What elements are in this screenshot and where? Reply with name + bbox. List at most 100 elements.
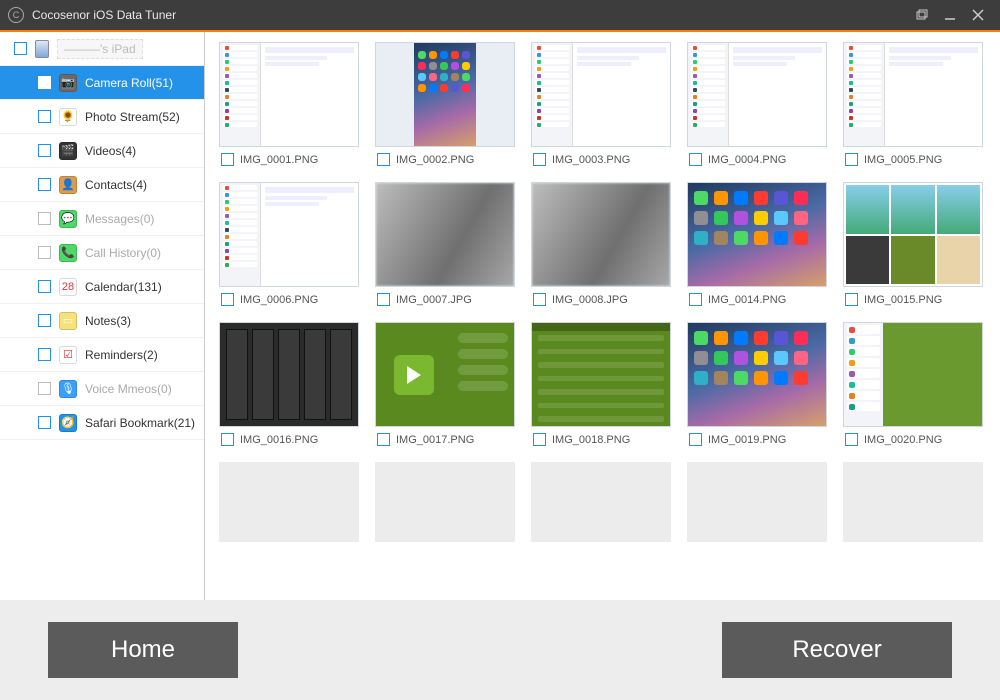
minimize-button[interactable] (936, 5, 964, 25)
thumbnail-placeholder (687, 462, 827, 542)
category-checkbox[interactable] (38, 144, 51, 157)
thumbnail-item[interactable]: IMG_0006.PNG (219, 182, 359, 316)
sidebar-item-videos[interactable]: 🎬Videos(4) (0, 134, 204, 168)
thumbnail-checkbox[interactable] (845, 433, 858, 446)
thumbnail-checkbox[interactable] (845, 153, 858, 166)
thumbnail-image[interactable] (219, 42, 359, 147)
thumbnail-item[interactable]: IMG_0019.PNG (687, 322, 827, 456)
category-checkbox[interactable] (38, 110, 51, 123)
home-button[interactable]: Home (48, 622, 238, 678)
thumbnail-checkbox[interactable] (377, 433, 390, 446)
calendar-icon: 28 (59, 278, 77, 296)
thumbnail-image[interactable] (219, 322, 359, 427)
thumbnail-image[interactable] (687, 322, 827, 427)
category-label: Contacts(4) (85, 178, 147, 192)
content-pane: IMG_0001.PNG IMG_0002.PNG IMG_0003.PNG IMG_… (205, 32, 1000, 600)
sidebar: ———'s iPad 📷Camera Roll(51)🌻Photo Stream… (0, 32, 205, 600)
app-title: Cocosenor iOS Data Tuner (32, 8, 176, 22)
category-checkbox[interactable] (38, 280, 51, 293)
category-checkbox[interactable] (38, 212, 51, 225)
category-checkbox[interactable] (38, 246, 51, 259)
thumbnail-image[interactable] (843, 322, 983, 427)
thumbnail-item[interactable]: IMG_0016.PNG (219, 322, 359, 456)
category-label: Safari Bookmark(21) (85, 416, 195, 430)
thumbnail-item[interactable]: IMG_0003.PNG (531, 42, 671, 176)
thumbnail-image[interactable] (843, 42, 983, 147)
thumbnail-checkbox[interactable] (533, 433, 546, 446)
sidebar-item-call-history[interactable]: 📞Call History(0) (0, 236, 204, 270)
sidebar-item-safari-bookmark[interactable]: 🧭Safari Bookmark(21) (0, 406, 204, 440)
category-label: Messages(0) (85, 212, 154, 226)
thumbnail-checkbox[interactable] (377, 153, 390, 166)
category-label: Camera Roll(51) (85, 76, 173, 90)
thumbnail-checkbox[interactable] (377, 293, 390, 306)
thumbnail-filename: IMG_0014.PNG (708, 294, 786, 306)
titlebar: C Cocosenor iOS Data Tuner (0, 0, 1000, 30)
thumbnail-checkbox[interactable] (221, 433, 234, 446)
thumbnail-item[interactable]: IMG_0007.JPG (375, 182, 515, 316)
thumbnail-image[interactable] (687, 42, 827, 147)
category-label: Reminders(2) (85, 348, 158, 362)
thumbnail-item[interactable]: IMG_0001.PNG (219, 42, 359, 176)
category-label: Notes(3) (85, 314, 131, 328)
sidebar-item-camera-roll[interactable]: 📷Camera Roll(51) (0, 66, 204, 100)
thumbnail-item[interactable]: IMG_0014.PNG (687, 182, 827, 316)
category-checkbox[interactable] (38, 416, 51, 429)
thumbnail-placeholder (843, 462, 983, 542)
thumbnail-image[interactable] (375, 42, 515, 147)
thumbnail-image[interactable] (531, 322, 671, 427)
sidebar-item-messages[interactable]: 💬 Messages(0) (0, 202, 204, 236)
thumbnail-item[interactable]: IMG_0018.PNG (531, 322, 671, 456)
thumbnail-checkbox[interactable] (689, 293, 702, 306)
thumbnail-checkbox[interactable] (221, 293, 234, 306)
category-checkbox[interactable] (38, 76, 51, 89)
thumbnail-image[interactable] (687, 182, 827, 287)
sidebar-item-notes[interactable]: ▭Notes(3) (0, 304, 204, 338)
sidebar-item-contacts[interactable]: 👤 Contacts(4) (0, 168, 204, 202)
thumbnail-grid[interactable]: IMG_0001.PNG IMG_0002.PNG IMG_0003.PNG IMG_… (205, 32, 1000, 600)
category-checkbox[interactable] (38, 348, 51, 361)
close-button[interactable] (964, 5, 992, 25)
thumbnail-filename: IMG_0001.PNG (240, 154, 318, 166)
thumbnail-item[interactable]: IMG_0020.PNG (843, 322, 983, 456)
thumbnail-filename: IMG_0003.PNG (552, 154, 630, 166)
thumbnail-item[interactable]: IMG_0017.PNG (375, 322, 515, 456)
thumbnail-image[interactable] (375, 182, 515, 287)
sidebar-item-voice-memos[interactable]: 🎙Voice Mmeos(0) (0, 372, 204, 406)
messages-icon: 💬 (59, 210, 77, 228)
device-checkbox[interactable] (14, 42, 27, 55)
recover-button[interactable]: Recover (722, 622, 952, 678)
thumbnail-image[interactable] (375, 322, 515, 427)
device-row[interactable]: ———'s iPad (0, 32, 204, 66)
thumbnail-image[interactable] (219, 182, 359, 287)
thumbnail-image[interactable] (531, 42, 671, 147)
videos-icon: 🎬 (59, 142, 77, 160)
thumbnail-checkbox[interactable] (845, 293, 858, 306)
thumbnail-checkbox[interactable] (689, 153, 702, 166)
call-history-icon: 📞 (59, 244, 77, 262)
category-checkbox[interactable] (38, 382, 51, 395)
thumbnail-item[interactable]: IMG_0002.PNG (375, 42, 515, 176)
category-checkbox[interactable] (38, 314, 51, 327)
thumbnail-checkbox[interactable] (689, 433, 702, 446)
category-label: Calendar(131) (85, 280, 162, 294)
contacts-icon: 👤 (59, 176, 77, 194)
category-checkbox[interactable] (38, 178, 51, 191)
thumbnail-item[interactable]: IMG_0004.PNG (687, 42, 827, 176)
thumbnail-checkbox[interactable] (221, 153, 234, 166)
thumbnail-image[interactable] (531, 182, 671, 287)
sidebar-item-photo-stream[interactable]: 🌻Photo Stream(52) (0, 100, 204, 134)
thumbnail-item[interactable]: IMG_0015.PNG (843, 182, 983, 316)
thumbnail-checkbox[interactable] (533, 293, 546, 306)
thumbnail-item[interactable]: IMG_0008.JPG (531, 182, 671, 316)
thumbnail-checkbox[interactable] (533, 153, 546, 166)
thumbnail-image[interactable] (843, 182, 983, 287)
photo-stream-icon: 🌻 (59, 108, 77, 126)
thumbnail-filename: IMG_0008.JPG (552, 294, 628, 306)
voice-memos-icon: 🎙 (59, 380, 77, 398)
reminders-icon: ☑ (59, 346, 77, 364)
sidebar-item-calendar[interactable]: 28 Calendar(131) (0, 270, 204, 304)
sidebar-item-reminders[interactable]: ☑ Reminders(2) (0, 338, 204, 372)
restore-window-button[interactable] (908, 5, 936, 25)
thumbnail-item[interactable]: IMG_0005.PNG (843, 42, 983, 176)
